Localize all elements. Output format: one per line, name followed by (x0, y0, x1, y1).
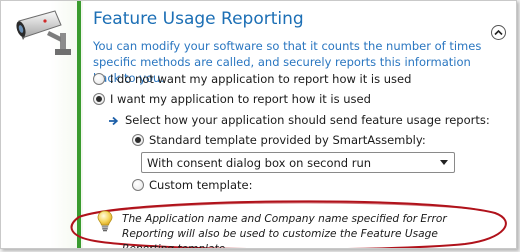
security-camera-icon (16, 10, 71, 55)
arrow-right-icon (109, 116, 119, 126)
lightbulb-icon (97, 210, 113, 232)
select-how-instruction: Select how your application should send … (125, 113, 490, 127)
note-text: The Application name and Company name sp… (122, 213, 447, 249)
template-select-value: With consent dialog box on second run (147, 156, 372, 170)
no-report-label[interactable]: I do not want my application to report h… (110, 72, 411, 86)
report-label[interactable]: I want my application to report how it i… (110, 92, 371, 106)
no-report-radio[interactable] (93, 73, 105, 85)
feature-usage-panel: Feature Usage Reporting You can modify y… (0, 0, 517, 249)
custom-template-radio[interactable] (132, 179, 144, 191)
collapse-button[interactable] (491, 25, 506, 40)
standard-template-label[interactable]: Standard template provided by SmartAssem… (149, 133, 426, 147)
chevron-down-icon (440, 160, 448, 165)
report-radio[interactable] (93, 93, 105, 105)
template-select[interactable]: With consent dialog box on second run (141, 152, 455, 173)
chevron-up-icon (494, 29, 503, 36)
custom-template-label[interactable]: Custom template: (149, 178, 253, 192)
standard-template-radio[interactable] (132, 134, 144, 146)
section-title: Feature Usage Reporting (93, 9, 304, 29)
